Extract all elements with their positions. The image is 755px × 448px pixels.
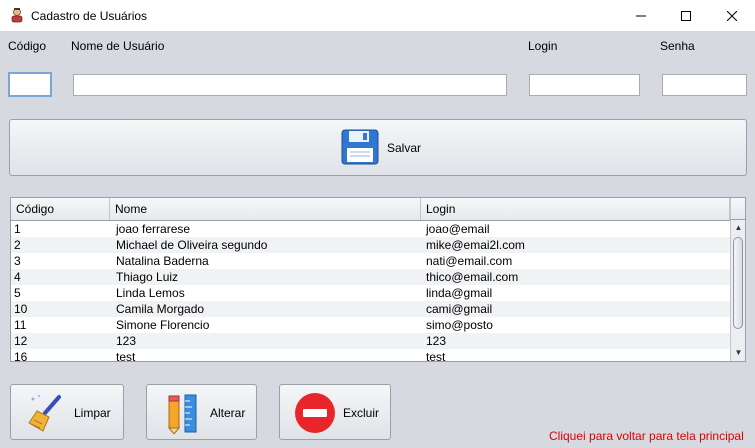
cell-codigo: 16 (14, 350, 28, 362)
delete-label: Excluir (343, 406, 380, 420)
login-field[interactable] (529, 74, 640, 96)
scrollbar-thumb[interactable] (733, 237, 743, 329)
cell-codigo: 10 (14, 302, 28, 316)
window-title: Cadastro de Usuários (31, 9, 148, 23)
login-label: Login (528, 39, 558, 53)
close-button[interactable] (709, 0, 755, 31)
cell-nome: Thiago Luiz (116, 270, 179, 284)
table-row[interactable]: 11 Simone Florencio simo@posto (11, 317, 730, 333)
table-row[interactable]: 2 Michael de Oliveira segundo mike@emai2l.… (11, 237, 730, 253)
cell-codigo: 2 (14, 238, 21, 252)
close-icon (727, 10, 737, 21)
nome-label: Nome de Usuário (71, 39, 165, 53)
table-row[interactable]: 5 Linda Lemos linda@gmail (11, 285, 730, 301)
cell-login: 123 (426, 334, 447, 348)
delete-minus-icon (295, 393, 335, 433)
table-row[interactable]: 3 Natalina Baderna nati@email.com (11, 253, 730, 269)
senha-label: Senha (660, 39, 695, 53)
cell-nome: joao ferrarese (116, 222, 191, 236)
column-header-login[interactable]: Login (421, 198, 730, 220)
table-row[interactable]: 12 123 123 (11, 333, 730, 349)
cell-nome: Simone Florencio (116, 318, 210, 332)
edit-label: Alterar (210, 406, 246, 420)
cell-login: mike@emai2l.com (426, 238, 525, 252)
cell-login: joao@email (426, 222, 490, 236)
cell-nome: test (116, 350, 136, 362)
pencil-ruler-icon (167, 394, 197, 434)
save-button[interactable]: Salvar (9, 119, 747, 176)
cell-login: thico@email.com (426, 270, 519, 284)
codigo-field[interactable] (8, 72, 52, 97)
codigo-label: Código (8, 39, 47, 53)
cell-nome: Michael de Oliveira segundo (116, 238, 268, 252)
cell-login: cami@gmail (426, 302, 493, 316)
cell-codigo: 11 (14, 318, 27, 332)
clear-label: Limpar (74, 406, 111, 420)
cell-nome: Linda Lemos (116, 286, 185, 300)
broom-icon (28, 395, 61, 432)
table-row[interactable]: 10 Camila Morgado cami@gmail (11, 301, 730, 317)
minimize-icon (636, 15, 646, 16)
title-bar: Cadastro de Usuários (0, 0, 755, 31)
save-label: Salvar (387, 141, 422, 155)
table-header: Código Nome Login (11, 198, 730, 221)
back-to-main-link[interactable]: Cliquei para voltar para tela principal (549, 429, 744, 443)
scroll-up-arrow-icon[interactable]: ▲ (731, 220, 745, 234)
cell-codigo: 12 (14, 334, 28, 348)
table-row[interactable]: 4 Thiago Luiz thico@email.com (11, 269, 730, 285)
cell-nome: Camila Morgado (116, 302, 205, 316)
table-row[interactable]: 1 joao ferrarese joao@email (11, 221, 730, 237)
maximize-icon (681, 10, 691, 21)
cell-codigo: 5 (14, 286, 21, 300)
maximize-button[interactable] (663, 0, 709, 31)
senha-field[interactable] (662, 74, 747, 96)
cell-login: linda@gmail (426, 286, 493, 300)
nome-field[interactable] (73, 74, 507, 96)
users-app-icon (11, 8, 23, 23)
clear-button[interactable]: Limpar (10, 384, 124, 440)
delete-button[interactable]: Excluir (279, 384, 391, 440)
cell-login: test (426, 350, 446, 362)
table-body: 1 joao ferrarese joao@email 2 Michael de Ol… (11, 221, 730, 362)
cell-codigo: 4 (14, 270, 21, 284)
cell-codigo: 3 (14, 254, 21, 268)
column-header-nome[interactable]: Nome (110, 198, 421, 220)
table-header-corner (730, 198, 745, 220)
cell-nome: 123 (116, 334, 137, 348)
scroll-down-arrow-icon[interactable]: ▼ (731, 345, 745, 359)
table-vertical-scrollbar[interactable]: ▲ ▼ (730, 220, 745, 361)
edit-button[interactable]: Alterar (146, 384, 257, 440)
floppy-disk-icon (341, 129, 379, 165)
cell-login: simo@posto (426, 318, 493, 332)
cell-codigo: 1 (14, 222, 21, 236)
cell-login: nati@email.com (426, 254, 513, 268)
users-table[interactable]: Código Nome Login 1 joao ferrarese joao@em… (10, 197, 746, 362)
column-header-codigo[interactable]: Código (11, 198, 110, 220)
minimize-button[interactable] (618, 0, 664, 31)
table-row[interactable]: 16 test test (11, 349, 730, 362)
cell-nome: Natalina Baderna (116, 254, 209, 268)
